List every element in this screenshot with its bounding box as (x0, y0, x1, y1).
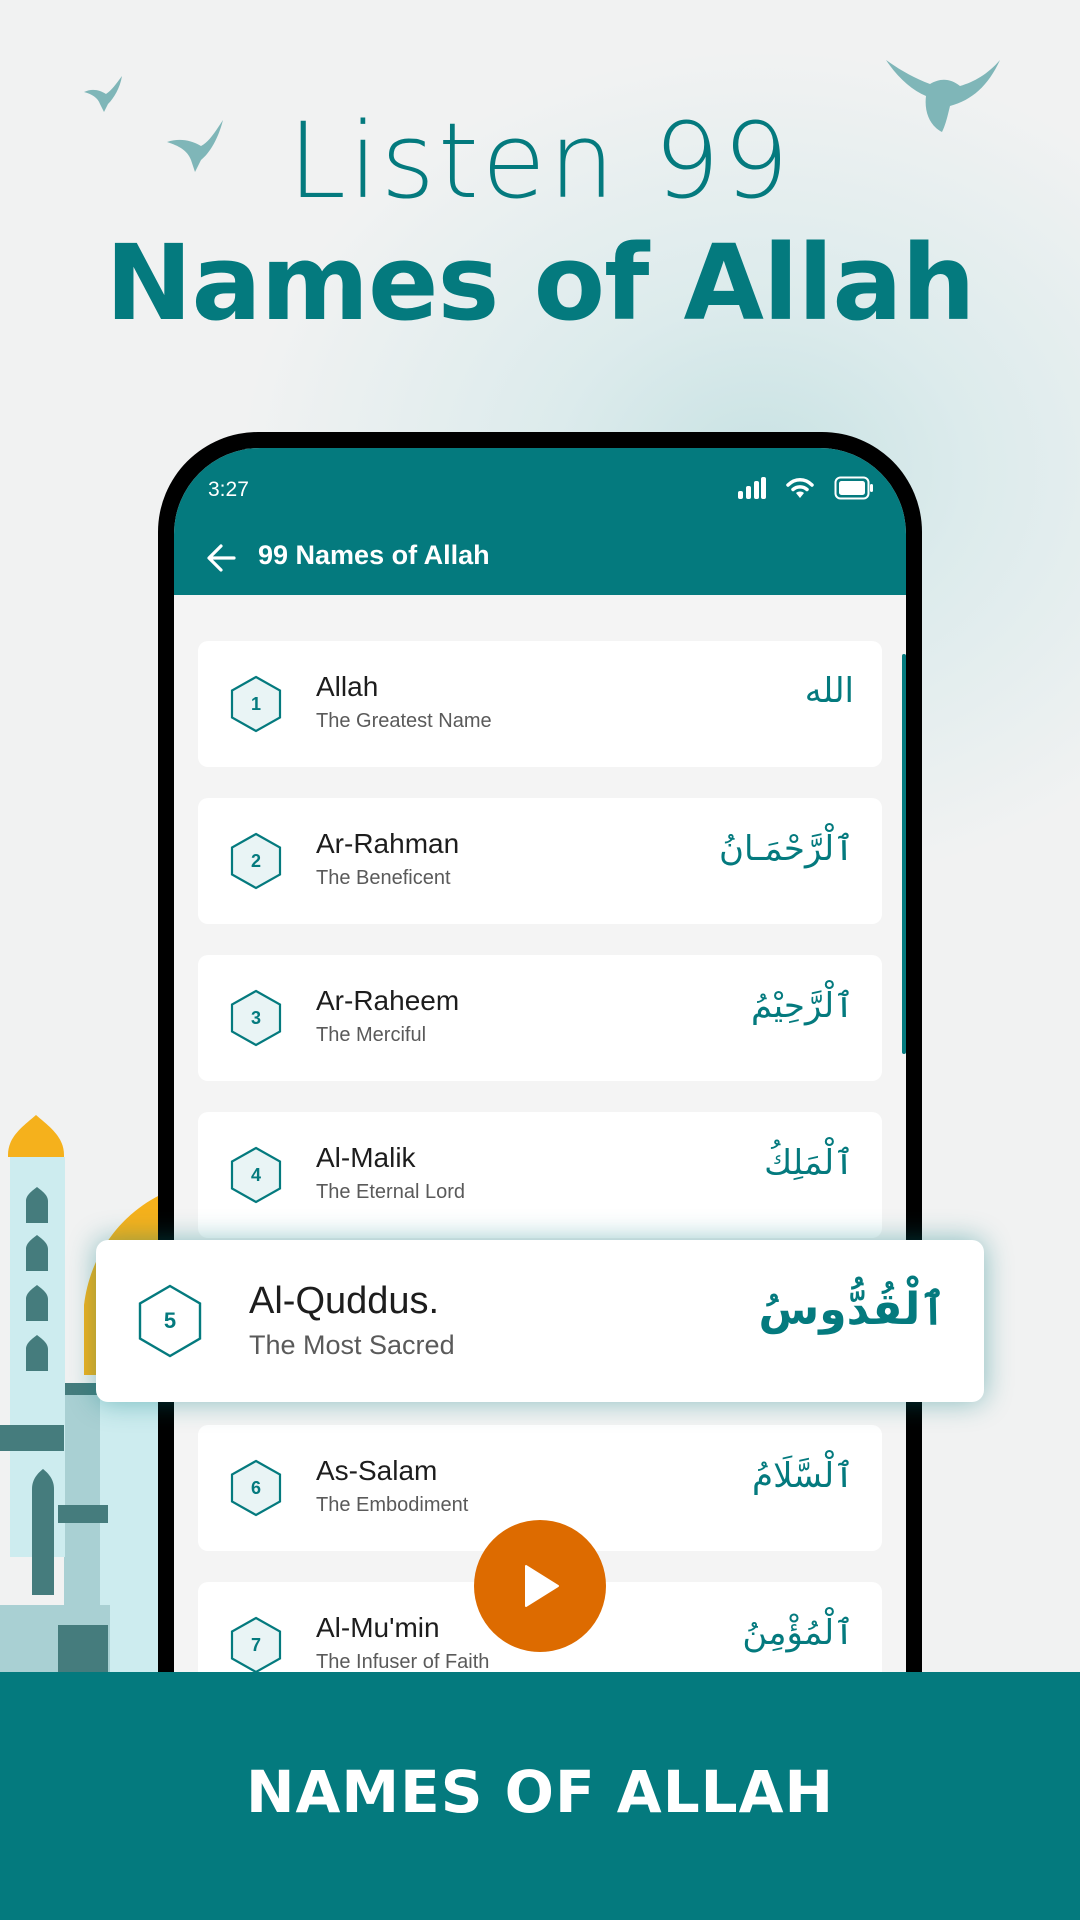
arabic-name: ٱلْسَّلَامُ (752, 1456, 854, 1496)
signal-icon (738, 477, 766, 499)
number-badge: 3 (230, 989, 282, 1047)
name-title: Allah (316, 671, 379, 702)
name-meaning: The Merciful (316, 1024, 427, 1046)
battery-icon (834, 476, 873, 500)
headline-line-1: Listen 99 (287, 100, 793, 222)
status-icons (738, 476, 874, 500)
name-meaning: The Infuser of Faith (316, 1651, 490, 1673)
scrollbar[interactable] (902, 654, 906, 1054)
headline-line-2: Names of Allah (105, 222, 975, 344)
footer-banner: NAMES OF ALLAH (0, 1672, 1080, 1920)
arabic-name: ٱلْرَّحِيْمُ (751, 986, 854, 1026)
arrow-left-icon[interactable] (204, 540, 240, 576)
name-title: Al-Mu'min (316, 1612, 440, 1643)
name-meaning: The Embodiment (316, 1494, 469, 1516)
wifi-icon (786, 478, 814, 498)
name-title: As-Salam (316, 1455, 438, 1486)
name-meaning: The Most Sacred (249, 1330, 455, 1360)
arabic-name: ٱلْرَّحْمَـانُ (718, 829, 854, 869)
name-meaning: The Eternal Lord (316, 1181, 465, 1203)
status-time: 3:27 (208, 478, 249, 501)
app-title: 99 Names of Allah (258, 540, 490, 570)
play-icon (525, 1565, 559, 1607)
app-bar: 3:27 99 Names of Allah (174, 448, 906, 595)
name-title: Ar-Raheem (316, 985, 460, 1016)
name-title: Ar-Rahman (316, 828, 460, 859)
arabic-name: ٱلْمَلِكُ (764, 1143, 854, 1183)
number-badge: 4 (230, 1146, 282, 1204)
number-badge: 2 (230, 832, 282, 890)
name-meaning: The Beneficent (316, 867, 451, 889)
list-item[interactable]: 4 Al-Malik The Eternal Lord ٱلْمَلِكُ (198, 1112, 882, 1238)
name-title: Al-Quddus. (249, 1280, 440, 1322)
list-item[interactable]: 3 Ar-Raheem The Merciful ٱلْرَّحِيْمُ (198, 955, 882, 1081)
number-badge: 6 (230, 1459, 282, 1517)
name-title: Al-Malik (316, 1142, 416, 1173)
arabic-name: ٱلْمُؤْمِنُ (742, 1613, 854, 1653)
featured-name-card[interactable]: 5 Al-Quddus. The Most Sacred ٱلْقُدُّوسُ (96, 1240, 984, 1402)
name-meaning: The Greatest Name (316, 710, 492, 732)
list-item[interactable]: 2 Ar-Rahman The Beneficent ٱلْرَّحْمَـان… (198, 798, 882, 924)
number-badge: 5 (138, 1284, 202, 1358)
arabic-name: الله (804, 671, 854, 711)
number-badge: 1 (230, 675, 282, 733)
footer-title: NAMES OF ALLAH (245, 1758, 835, 1826)
list-item[interactable]: 1 Allah The Greatest Name الله (198, 641, 882, 767)
play-button[interactable] (474, 1520, 606, 1652)
number-badge: 7 (230, 1616, 282, 1674)
arabic-name: ٱلْقُدُّوسُ (758, 1284, 946, 1335)
